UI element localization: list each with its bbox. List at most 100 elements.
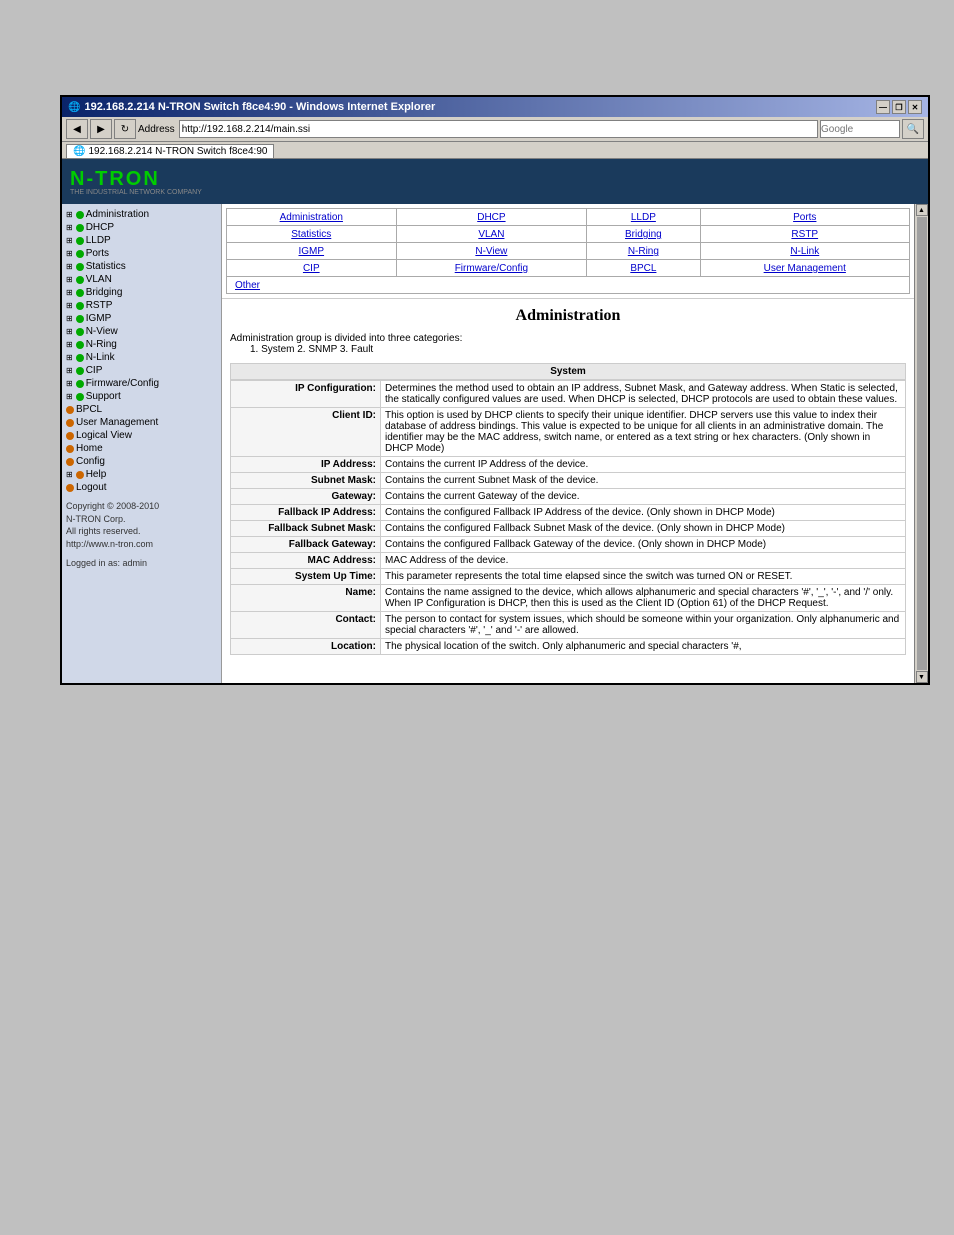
minimize-button[interactable]: — [876,100,890,114]
nav-link-vlan[interactable]: VLAN [478,229,504,240]
sidebar-item-usermgmt[interactable]: User Management [62,416,221,429]
nav-link-other[interactable]: Other [235,280,260,291]
sidebar-label: RSTP [86,300,113,311]
sidebar-label: Bridging [86,287,123,298]
sidebar-label: N-Ring [86,339,117,350]
nav-link-administration[interactable]: Administration [280,212,343,223]
nav-link-bpcl[interactable]: BPCL [630,263,656,274]
sidebar-item-vlan[interactable]: ⊞ VLAN [62,273,221,286]
scroll-down-arrow[interactable]: ▼ [916,671,928,683]
content-area: ⊞ Administration ⊞ DHCP ⊞ LLDP [62,204,928,683]
back-button[interactable]: ◀ [66,119,88,139]
nav-link-nview[interactable]: N-View [475,246,507,257]
sidebar-item-home[interactable]: Home [62,442,221,455]
sidebar-label: Logical View [76,430,132,441]
row-label: Location: [231,639,381,655]
status-bullet [66,406,74,414]
expand-icon: ⊞ [66,366,73,375]
sidebar-item-nview[interactable]: ⊞ N-View [62,325,221,338]
search-input[interactable] [820,120,900,138]
table-row: Fallback Gateway: Contains the configure… [231,537,906,553]
nav-table: Administration DHCP LLDP Ports Statistic… [226,208,910,294]
sidebar-label: N-Link [86,352,115,363]
active-tab[interactable]: 🌐 192.168.2.214 N-TRON Switch f8ce4:90 [66,144,274,158]
forward-button[interactable]: ▶ [90,119,112,139]
nav-link-firmware[interactable]: Firmware/Config [455,263,528,274]
row-value: Contains the name assigned to the device… [381,585,906,612]
restore-button[interactable]: ❐ [892,100,906,114]
nav-link-nring[interactable]: N-Ring [628,246,659,257]
info-table: IP Configuration: Determines the method … [230,380,906,655]
nav-link-rstp[interactable]: RSTP [791,229,818,240]
status-bullet [76,367,84,375]
sidebar-item-help[interactable]: ⊞ Help [62,468,221,481]
row-label: Name: [231,585,381,612]
scroll-up-arrow[interactable]: ▲ [916,204,928,216]
nav-link-lldp[interactable]: LLDP [631,212,656,223]
status-bullet [76,341,84,349]
sidebar-item-bridging[interactable]: ⊞ Bridging [62,286,221,299]
close-button[interactable]: ✕ [908,100,922,114]
expand-icon: ⊞ [66,301,73,310]
sidebar-item-bpcl[interactable]: BPCL [62,403,221,416]
sidebar-item-rstp[interactable]: ⊞ RSTP [62,299,221,312]
scroll-thumb [917,217,927,670]
sidebar-item-administration[interactable]: ⊞ Administration [62,208,221,221]
status-bullet [76,250,84,258]
copyright-text: Copyright © 2008-2010N-TRON Corp.All rig… [62,494,221,556]
row-label: System Up Time: [231,569,381,585]
sidebar-item-firmware[interactable]: ⊞ Firmware/Config [62,377,221,390]
sidebar-item-logicalview[interactable]: Logical View [62,429,221,442]
row-value: Determines the method used to obtain an … [381,381,906,408]
expand-icon: ⊞ [66,327,73,336]
table-row: Fallback IP Address: Contains the config… [231,505,906,521]
sidebar-item-support[interactable]: ⊞ Support [62,390,221,403]
nav-link-usermgmt[interactable]: User Management [764,263,846,274]
nav-link-dhcp[interactable]: DHCP [477,212,505,223]
sidebar-item-cip[interactable]: ⊞ CIP [62,364,221,377]
nav-table-wrapper: Administration DHCP LLDP Ports Statistic… [222,204,914,299]
sidebar-item-config[interactable]: Config [62,455,221,468]
table-row: Subnet Mask: Contains the current Subnet… [231,473,906,489]
nav-link-bridging[interactable]: Bridging [625,229,662,240]
sidebar-item-nlink[interactable]: ⊞ N-Link [62,351,221,364]
table-row: Location: The physical location of the s… [231,639,906,655]
row-value: This option is used by DHCP clients to s… [381,408,906,457]
row-label: Client ID: [231,408,381,457]
sidebar-item-nring[interactable]: ⊞ N-Ring [62,338,221,351]
search-bar: 🔍 [820,119,924,139]
ie-icon: 🌐 [68,102,80,113]
main-layout: N-TRON THE INDUSTRIAL NETWORK COMPANY ⊞ … [62,159,928,683]
address-input[interactable] [179,120,818,138]
refresh-button[interactable]: ↻ [114,119,136,139]
sidebar-item-ports[interactable]: ⊞ Ports [62,247,221,260]
expand-icon: ⊞ [66,340,73,349]
address-bar: Address [138,120,818,138]
table-row: Contact: The person to contact for syste… [231,612,906,639]
nav-link-nlink[interactable]: N-Link [790,246,819,257]
expand-icon: ⊞ [66,470,73,479]
right-scrollbar[interactable]: ▲ ▼ [914,204,928,683]
sidebar-item-lldp[interactable]: ⊞ LLDP [62,234,221,247]
status-bullet [76,302,84,310]
table-row: Name: Contains the name assigned to the … [231,585,906,612]
system-header: System [230,363,906,380]
expand-icon: ⊞ [66,223,73,232]
row-label: Fallback Subnet Mask: [231,521,381,537]
row-value: This parameter represents the total time… [381,569,906,585]
sidebar-item-logout[interactable]: Logout [62,481,221,494]
nav-link-statistics[interactable]: Statistics [291,229,331,240]
browser-content: N-TRON THE INDUSTRIAL NETWORK COMPANY ⊞ … [62,159,928,683]
sidebar-label: N-View [86,326,118,337]
sidebar-item-igmp[interactable]: ⊞ IGMP [62,312,221,325]
sidebar-item-statistics[interactable]: ⊞ Statistics [62,260,221,273]
nav-link-igmp[interactable]: IGMP [299,246,325,257]
nav-link-ports[interactable]: Ports [793,212,816,223]
nav-link-cip[interactable]: CIP [303,263,320,274]
sidebar-item-dhcp[interactable]: ⊞ DHCP [62,221,221,234]
sidebar-label: DHCP [86,222,114,233]
search-go-button[interactable]: 🔍 [902,119,924,139]
sidebar-label: Firmware/Config [86,378,159,389]
sidebar-label: LLDP [86,235,111,246]
status-bullet [76,315,84,323]
